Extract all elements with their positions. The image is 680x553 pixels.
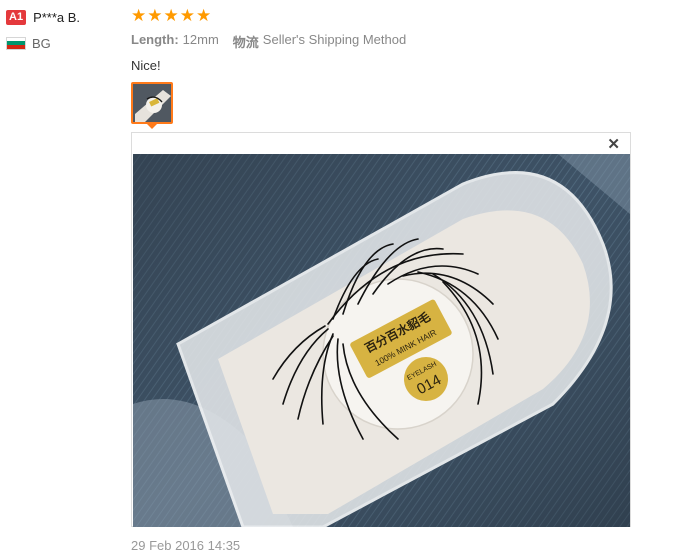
reviewer-country: BG (32, 35, 51, 51)
review-photo: 百分百水貂毛 100% MINK HAIR EYELASH 014 (133, 154, 630, 527)
buyer-level-badge: A1 (6, 9, 27, 25)
reviewer-info: A1 P***a B. BG (6, 8, 80, 52)
length-label: Length: (131, 32, 179, 47)
reviewer-name-row: A1 P***a B. (6, 8, 80, 26)
thumbnail-image (133, 84, 171, 122)
shipping-label: 物流 (232, 35, 259, 50)
close-icon[interactable]: ✕ (607, 137, 620, 153)
star-icon: ★ (131, 6, 147, 25)
review-date: 29 Feb 2016 14:35 (131, 538, 241, 553)
star-rating: ★ ★ ★ ★ ★ (131, 6, 631, 26)
length-value: 12mm (182, 32, 219, 47)
star-icon: ★ (163, 6, 179, 25)
eyelash-box-photo: 百分百水貂毛 100% MINK HAIR EYELASH 014 (133, 154, 630, 527)
star-icon: ★ (179, 6, 195, 25)
shipping-value: Seller's Shipping Method (262, 32, 407, 47)
thumbnail-selected-caret (146, 123, 158, 129)
review-body: ★ ★ ★ ★ ★ Length: 12mm 物流 Seller's Shipp… (131, 6, 631, 74)
star-icon: ★ (196, 6, 212, 25)
reviewer-name: P***a B. (33, 9, 81, 25)
review-text: Nice! (131, 58, 161, 73)
reviewer-country-row: BG (6, 34, 80, 52)
review-attributes: Length: 12mm 物流 Seller's Shipping Method (131, 32, 631, 50)
photo-viewer: ✕ 百分百水貂毛 100% MINK HAIR EYELASH 014 (131, 132, 631, 527)
bulgaria-flag-icon (6, 36, 26, 50)
star-icon: ★ (147, 6, 163, 25)
photo-thumbnail[interactable] (131, 82, 173, 124)
